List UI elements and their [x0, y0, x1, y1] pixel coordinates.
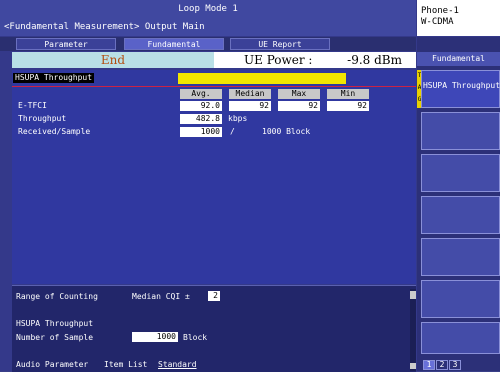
- page-2-button[interactable]: 2: [436, 360, 448, 370]
- tab-parameter[interactable]: Parameter: [16, 38, 116, 50]
- tab-fundamental[interactable]: Fundamental: [124, 38, 224, 50]
- call-status-end: End: [12, 52, 214, 68]
- title-bar: Loop Mode 1 <Fundamental Measurement> Ou…: [0, 0, 416, 36]
- ue-power-display: UE Power : -9.8 dBm: [214, 52, 416, 68]
- phone-id: Phone-1: [421, 6, 459, 16]
- softkey-7[interactable]: [421, 322, 500, 354]
- received-count: 1000: [180, 127, 222, 137]
- item-list-select[interactable]: Standard: [158, 360, 197, 369]
- section-divider: [12, 86, 416, 87]
- row-label-received-sample: Received/Sample: [18, 127, 91, 136]
- ue-power-label: UE Power :: [244, 53, 313, 67]
- softkey-panel: Fundamental T A G HSUPA Throughput: [417, 37, 500, 371]
- softkey-5[interactable]: [421, 238, 500, 276]
- softkey-header: Fundamental: [417, 52, 500, 66]
- status-highlight-bar: [178, 73, 346, 84]
- range-of-counting-label: Range of Counting: [16, 292, 98, 301]
- column-header-avg: Avg.: [180, 89, 222, 99]
- column-header-min: Min: [327, 89, 369, 99]
- softkey-2[interactable]: [421, 112, 500, 150]
- received-separator: /: [230, 127, 235, 136]
- median-cqi-field[interactable]: 2: [208, 291, 220, 301]
- softkey-4[interactable]: [421, 196, 500, 234]
- phone-status-box: Phone-1 W-CDMA: [417, 0, 500, 36]
- column-header-median: Median: [229, 89, 271, 99]
- row-label-etfci: E-TFCI: [18, 101, 47, 110]
- etfci-min: 92: [327, 101, 369, 111]
- median-cqi-label: Median CQI ±: [132, 292, 190, 301]
- softkey-hsupa-label: HSUPA Throughput: [422, 81, 500, 90]
- tab-ue-report[interactable]: UE Report: [230, 38, 330, 50]
- throughput-avg: 482.8: [180, 114, 222, 124]
- softkey-page-indicator: 123: [423, 360, 462, 370]
- scroll-up-handle[interactable]: [410, 291, 416, 299]
- softkey-6[interactable]: [421, 280, 500, 318]
- measurement-title: <Fundamental Measurement> Output Main: [4, 22, 205, 32]
- item-list-label: Item List: [104, 360, 148, 369]
- softkey-3[interactable]: [421, 154, 500, 192]
- phone-standard: W-CDMA: [421, 17, 454, 27]
- etfci-avg: 92.0: [180, 101, 222, 111]
- sample-total: 1000 Block: [262, 127, 311, 136]
- etfci-max: 92: [278, 101, 320, 111]
- number-of-sample-unit: Block: [183, 333, 208, 342]
- section-title-hsupa: HSUPA Throughput: [13, 73, 95, 83]
- number-of-sample-label: Number of Sample: [16, 333, 94, 342]
- loop-mode-label: Loop Mode 1: [178, 4, 238, 14]
- etfci-median: 92: [229, 101, 271, 111]
- throughput-unit: kbps: [228, 114, 248, 123]
- instrument-screen: Loop Mode 1 <Fundamental Measurement> Ou…: [0, 0, 500, 372]
- number-of-sample-field[interactable]: 1000: [132, 332, 178, 342]
- audio-parameter-tab[interactable]: Audio Parameter: [16, 360, 88, 369]
- page-3-button[interactable]: 3: [449, 360, 461, 370]
- softkey-hsupa-throughput[interactable]: HSUPA Throughput: [421, 70, 500, 108]
- scroll-down-handle[interactable]: [410, 363, 416, 369]
- hsupa-settings-label: HSUPA Throughput: [16, 319, 94, 328]
- ue-power-value: -9.8 dBm: [347, 53, 402, 67]
- page-1-button[interactable]: 1: [423, 360, 435, 370]
- row-label-throughput: Throughput: [18, 114, 67, 123]
- settings-scrollbar[interactable]: [410, 289, 416, 371]
- column-header-max: Max: [278, 89, 320, 99]
- tab-bar: Parameter Fundamental UE Report: [0, 37, 416, 51]
